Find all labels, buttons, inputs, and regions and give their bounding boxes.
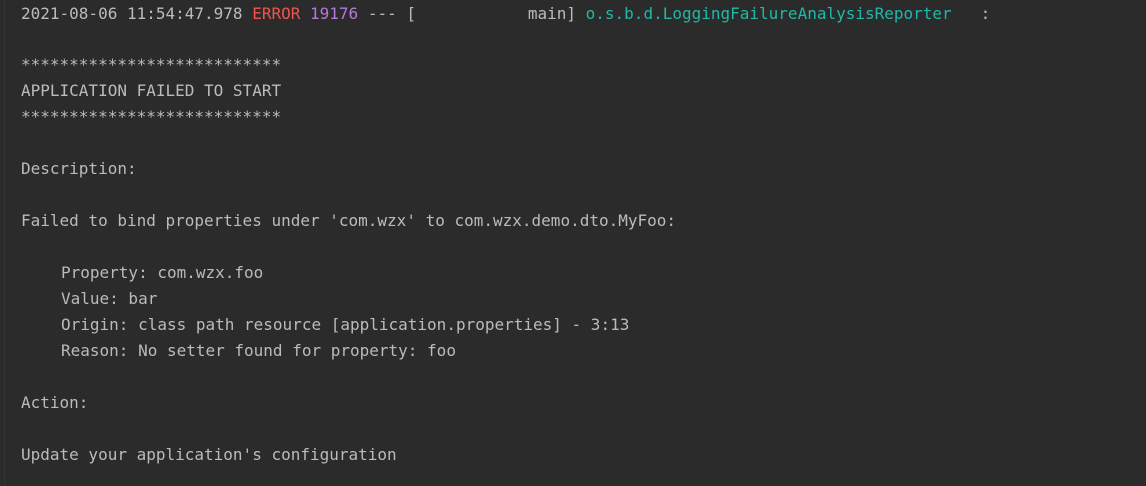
- detail-value: Value: bar: [61, 289, 158, 308]
- console-output[interactable]: 2021-08-06 11:54:47.978 ERROR 19176 --- …: [0, 0, 1146, 486]
- detail-property: Property: com.wzx.foo: [61, 263, 264, 282]
- banner-title: APPLICATION FAILED TO START: [21, 81, 282, 100]
- banner-stars-bottom: ***************************: [21, 107, 282, 126]
- log-logger[interactable]: o.s.b.d.LoggingFailureAnalysisReporter: [586, 4, 952, 23]
- banner-stars-top: ***************************: [21, 55, 282, 74]
- log-pid: 19176: [310, 4, 359, 23]
- log-thread: main]: [527, 4, 576, 23]
- log-timestamp: 2021-08-06 11:54:47.978: [21, 4, 243, 23]
- detail-origin: Origin: class path resource [application…: [61, 315, 630, 334]
- description-message: Failed to bind properties under 'com.wzx…: [21, 211, 677, 230]
- log-separator: --- [: [367, 4, 416, 23]
- gutter-divider: [4, 0, 5, 486]
- description-heading: Description:: [21, 159, 137, 178]
- detail-reason: Reason: No setter found for property: fo…: [61, 341, 456, 360]
- log-level: ERROR: [252, 4, 301, 23]
- action-heading: Action:: [21, 393, 89, 412]
- log-header-line: 2021-08-06 11:54:47.978 ERROR 19176 --- …: [21, 2, 990, 26]
- action-message: Update your application's configuration: [21, 445, 397, 464]
- log-colon: :: [980, 4, 991, 23]
